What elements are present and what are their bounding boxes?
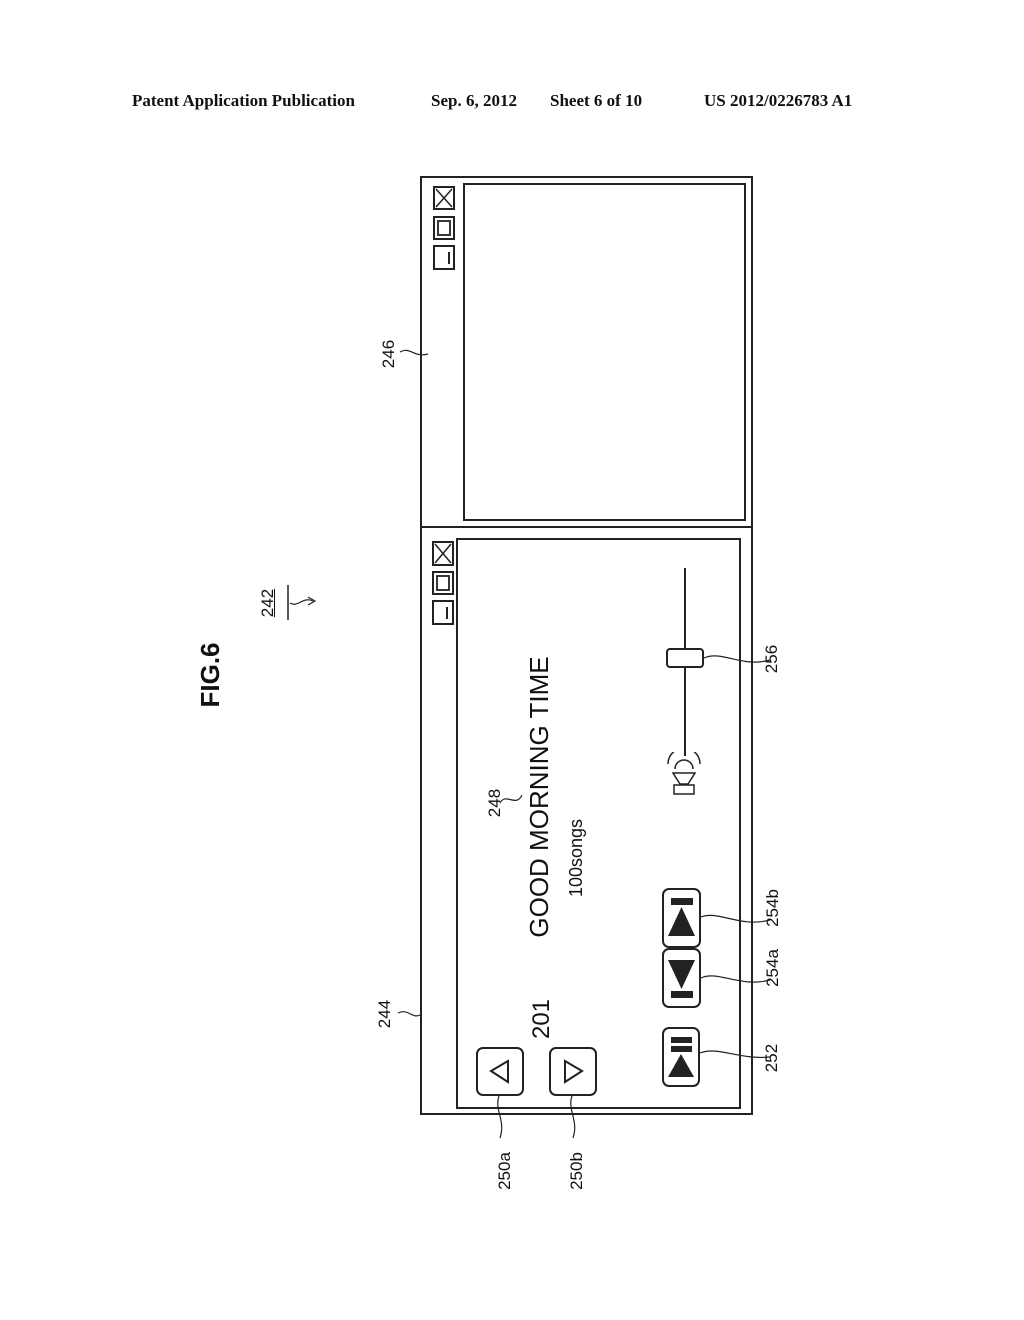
window-minimize-button[interactable] xyxy=(432,600,454,625)
play-pause-button[interactable] xyxy=(662,1027,700,1087)
skip-forward-icon xyxy=(668,898,695,936)
rewind-button[interactable] xyxy=(662,948,701,1008)
patent-number: US 2012/0226783 A1 xyxy=(704,91,853,110)
playlist-title: GOOD MORNING TIME xyxy=(524,656,554,938)
song-count: 100songs xyxy=(566,818,586,898)
publication-date: Sep. 6, 2012 xyxy=(431,91,517,110)
window-close-button[interactable] xyxy=(432,541,454,566)
window-minimize-button[interactable] xyxy=(433,245,455,270)
window-content-area xyxy=(463,183,746,521)
ref-label-244: 244 xyxy=(375,999,394,1029)
track-number: 201 xyxy=(528,998,555,1040)
ref-label-242: 242 xyxy=(258,588,277,618)
figure-title: FIG.6 xyxy=(195,642,225,708)
ref-242-arrowhead xyxy=(307,596,317,606)
ref-label-254a: 254a xyxy=(763,949,782,987)
ref-label-254b: 254b xyxy=(763,889,782,927)
window-divider xyxy=(420,526,753,528)
window-close-button[interactable] xyxy=(433,186,455,210)
publication-type: Patent Application Publication xyxy=(132,91,355,110)
window-maximize-button[interactable] xyxy=(433,216,455,240)
ref-244-leader xyxy=(397,1011,421,1017)
window-content-area xyxy=(456,538,741,1109)
sheet-number: Sheet 6 of 10 xyxy=(550,91,643,110)
previous-button[interactable] xyxy=(476,1047,524,1096)
minimize-icon xyxy=(448,252,450,264)
window-maximize-button[interactable] xyxy=(432,571,454,595)
triangle-right-icon xyxy=(564,1059,584,1084)
ref-label-250a: 250a xyxy=(495,1152,514,1190)
ref-242-arrow-leader xyxy=(289,599,314,605)
ref-label-250b: 250b xyxy=(567,1152,586,1190)
ref-label-256: 256 xyxy=(762,644,781,674)
ref-label-252: 252 xyxy=(762,1043,781,1073)
close-icon xyxy=(435,188,453,208)
forward-button[interactable] xyxy=(662,888,701,948)
maximize-icon xyxy=(437,220,451,236)
next-button[interactable] xyxy=(549,1047,597,1096)
ref-label-248: 248 xyxy=(485,788,504,818)
close-icon xyxy=(434,543,452,564)
skip-back-icon xyxy=(668,960,695,998)
maximize-icon xyxy=(436,575,450,591)
volume-slider-thumb[interactable] xyxy=(666,648,704,668)
speaker-icon xyxy=(667,752,701,795)
triangle-left-icon xyxy=(489,1059,509,1084)
play-pause-icon xyxy=(668,1037,694,1077)
minimize-icon xyxy=(446,607,448,619)
ref-label-246: 246 xyxy=(379,339,398,369)
